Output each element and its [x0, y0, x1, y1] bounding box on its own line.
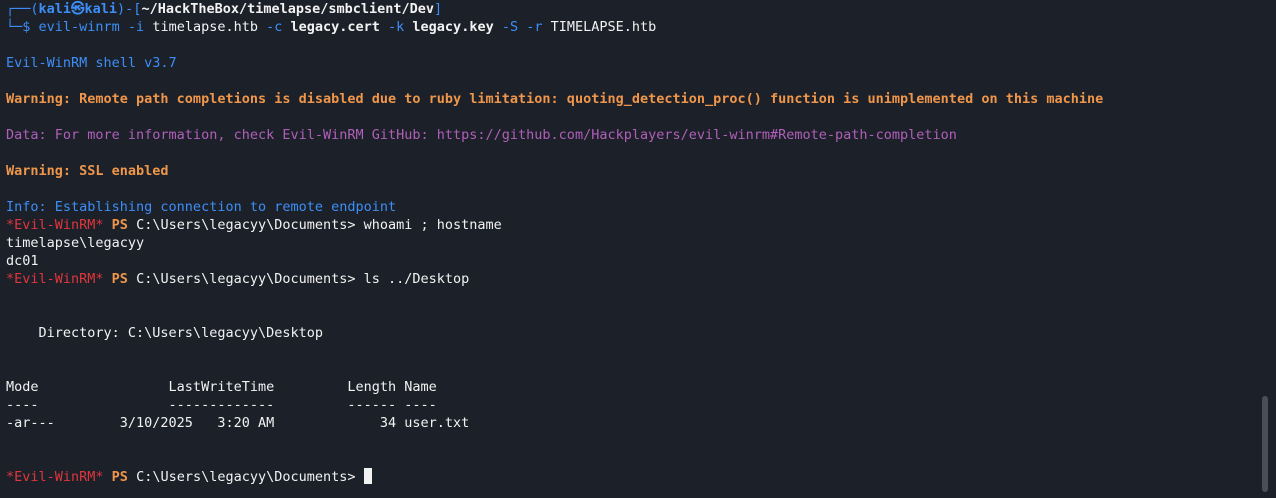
cmd-realm: TIMELAPSE.htb: [550, 19, 657, 35]
cmd-binary: evil-winrm: [38, 19, 120, 35]
ps-prompt-line: *Evil-WinRM* PS C:\Users\legacyy\Documen…: [6, 270, 1258, 288]
ps-prompt-path: C:\Users\legacyy\Documents>: [136, 469, 364, 485]
warning-ssl: Warning: SSL enabled: [6, 163, 169, 179]
prompt-line-2: └─$ evil-winrm -i timelapse.htb -c legac…: [6, 18, 1258, 36]
ps-prompt-path: C:\Users\legacyy\Documents>: [136, 271, 364, 287]
cmd-opt-r: -r: [526, 19, 551, 35]
cmd-opt-k: -k: [379, 19, 413, 35]
prompt-path: ~/HackTheBox/timelapse/smbclient/Dev: [141, 1, 435, 17]
prompt-user: kali: [38, 1, 72, 17]
cmd-host: timelapse.htb: [152, 19, 258, 35]
banner-line: Evil-WinRM shell v3.7: [6, 55, 177, 71]
listing-header: Mode LastWriteTime Length Name: [6, 379, 437, 395]
prompt-frame-bottom: └─$: [6, 19, 39, 35]
output-hostname: dc01: [6, 253, 39, 269]
ps-prompt-tag: *Evil-WinRM*: [6, 271, 104, 287]
output-whoami: timelapse\legacyy: [6, 235, 145, 251]
ps-prompt-ps: PS: [103, 271, 137, 287]
ps-prompt-path: C:\Users\legacyy\Documents>: [136, 217, 364, 233]
terminal-window[interactable]: ┌──(kali㉿kali)-[~/HackTheBox/timelapse/s…: [0, 0, 1276, 498]
ps-prompt-ps: PS: [103, 217, 137, 233]
warning-remote-path: Warning: Remote path completions is disa…: [6, 91, 1104, 107]
listing-dashes: ---- ------------- ------ ----: [6, 397, 437, 413]
listing-row: -ar--- 3/10/2025 3:20 AM 34 user.txt: [6, 415, 470, 431]
command-text: whoami ; hostname: [363, 217, 502, 233]
cmd-opt-s: -S: [493, 19, 527, 35]
directory-heading: Directory: C:\Users\legacyy\Desktop: [6, 325, 323, 341]
ps-prompt-tag: *Evil-WinRM*: [6, 217, 104, 233]
prompt-frame-mid: )-[: [117, 1, 142, 17]
cmd-opt-i: -i: [119, 19, 153, 35]
cmd-cert: legacy.cert: [290, 19, 380, 35]
prompt-at-symbol: ㉿: [71, 1, 85, 17]
ps-prompt-ps: PS: [103, 469, 137, 485]
prompt-line-1: ┌──(kali㉿kali)-[~/HackTheBox/timelapse/s…: [6, 0, 1258, 18]
data-github-line: Data: For more information, check Evil-W…: [6, 127, 957, 143]
ps-prompt-tag: *Evil-WinRM*: [6, 469, 104, 485]
text-cursor[interactable]: [363, 468, 372, 484]
ps-prompt-line: *Evil-WinRM* PS C:\Users\legacyy\Documen…: [6, 216, 1258, 234]
prompt-frame-top: ┌──(: [6, 1, 39, 17]
ps-prompt-line-active[interactable]: *Evil-WinRM* PS C:\Users\legacyy\Documen…: [6, 468, 1258, 486]
prompt-host: kali: [84, 1, 118, 17]
cmd-key: legacy.key: [412, 19, 494, 35]
prompt-frame-end: ]: [434, 1, 443, 17]
scrollbar-thumb[interactable]: [1262, 396, 1268, 492]
command-text: ls ../Desktop: [363, 271, 470, 287]
info-connecting: Info: Establishing connection to remote …: [6, 199, 397, 215]
cmd-opt-c: -c: [257, 19, 291, 35]
